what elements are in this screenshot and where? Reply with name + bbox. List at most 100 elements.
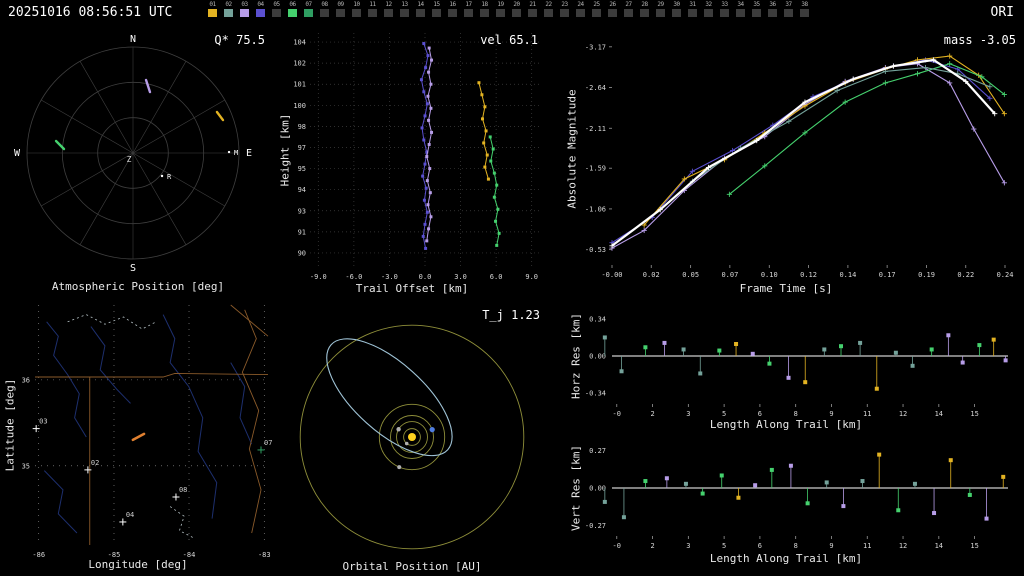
station-status-box <box>304 9 313 17</box>
svg-text:3: 3 <box>686 542 690 550</box>
station-indicator-12: 12 <box>384 2 393 17</box>
station-number: 29 <box>657 1 664 8</box>
station-indicator-26: 26 <box>608 2 617 17</box>
station-number: 36 <box>769 1 776 8</box>
vert-res-axis-label: Vert Res [km] <box>569 444 583 532</box>
station-status-box <box>400 9 409 17</box>
atmospheric-xaxis-label: Atmospheric Position [deg] <box>51 280 225 293</box>
station-status-box <box>608 9 617 17</box>
svg-text:0.02: 0.02 <box>643 271 660 279</box>
station-indicator-22: 22 <box>544 2 553 17</box>
shower-code: ORI <box>990 5 1014 20</box>
svg-text:0.10: 0.10 <box>761 271 778 279</box>
station-indicator-25: 25 <box>592 2 601 17</box>
svg-text:0.24: 0.24 <box>997 271 1014 279</box>
horz_res-points <box>602 333 1008 391</box>
station-number: 35 <box>753 1 760 8</box>
lightcurve-series-03 <box>609 61 1007 251</box>
svg-text:0.22: 0.22 <box>957 271 974 279</box>
svg-text:0.19: 0.19 <box>918 271 935 279</box>
svg-text:104: 104 <box>293 39 306 47</box>
svg-text:-0.27: -0.27 <box>585 522 606 530</box>
svg-text:R: R <box>167 173 172 181</box>
map-station-04: 04 <box>119 511 134 526</box>
state-border-line <box>35 372 269 378</box>
station-status-box <box>512 9 521 17</box>
svg-text:6.0: 6.0 <box>490 273 503 281</box>
station-status-box <box>800 9 809 17</box>
station-status-box <box>736 9 745 17</box>
tisserand-label: T_j 1.23 <box>482 308 540 322</box>
svg-text:12: 12 <box>899 410 907 418</box>
station-status-box <box>432 9 441 17</box>
map-station-07: 07 <box>257 439 272 454</box>
svg-text:-0.53: -0.53 <box>585 246 606 254</box>
station-number: 33 <box>721 1 728 8</box>
station-number: 10 <box>353 1 360 8</box>
station-number: 31 <box>689 1 696 8</box>
svg-text:100: 100 <box>293 102 306 110</box>
station-indicator-21: 21 <box>528 2 537 17</box>
length-along-trail-xaxis-label-top: Length Along Trail [km] <box>709 418 863 431</box>
station-indicator-08: 08 <box>320 2 329 17</box>
svg-text:9: 9 <box>829 542 833 550</box>
body-venus <box>396 427 401 432</box>
river-line <box>162 314 218 519</box>
station-number: 14 <box>417 1 424 8</box>
trail-offset-panel: -9.0 -6.0 -3.0 0.0 3.0 6.0 9.0 104 102 101 100 98 97… <box>276 24 548 300</box>
station-status-box <box>464 9 473 17</box>
station-indicator-36: 36 <box>768 2 777 17</box>
station-status-box <box>704 9 713 17</box>
station-status-box <box>288 9 297 17</box>
station-status-box <box>496 9 505 17</box>
station-status-box <box>768 9 777 17</box>
station-status-box <box>368 9 377 17</box>
trail-series-06 <box>488 135 501 247</box>
svg-text:15: 15 <box>970 410 978 418</box>
station-status-box <box>480 9 489 17</box>
station-indicator-06: 06 <box>288 2 297 17</box>
station-number: 05 <box>273 1 280 8</box>
orbital-position-xaxis-label: Orbital Position [AU] <box>342 560 482 573</box>
svg-text:3: 3 <box>686 410 690 418</box>
river-line <box>90 326 131 404</box>
svg-text:-9.0: -9.0 <box>310 273 327 281</box>
meteoroid-orbit <box>326 338 453 457</box>
station-status-box <box>256 9 265 17</box>
svg-text:9: 9 <box>829 410 833 418</box>
state-border-line <box>230 304 269 337</box>
horz-res-axis-label: Horz Res [km] <box>569 312 583 400</box>
svg-text:02: 02 <box>91 459 99 467</box>
map-station-08: 08 <box>172 486 187 501</box>
station-number: 21 <box>529 1 536 8</box>
light-curve-plot: -0.00 0.02 0.05 0.07 0.10 0.12 0.14 0.17 0.19 0.2… <box>585 43 1014 279</box>
svg-text:03: 03 <box>39 418 47 426</box>
svg-text:0.17: 0.17 <box>879 271 896 279</box>
svg-text:-2.11: -2.11 <box>585 125 606 133</box>
station-status-box <box>752 9 761 17</box>
svg-text:8: 8 <box>794 542 798 550</box>
orbital-position-plot <box>299 324 525 550</box>
svg-text:2: 2 <box>650 410 654 418</box>
station-status-box <box>416 9 425 17</box>
body-mars <box>397 465 402 470</box>
station-status-box <box>656 9 665 17</box>
svg-text:-2.64: -2.64 <box>585 84 606 92</box>
station-indicator-37: 37 <box>784 2 793 17</box>
station-indicator-11: 11 <box>368 2 377 17</box>
body-earth <box>429 427 435 433</box>
longitude-xaxis-label: Longitude [deg] <box>88 558 188 571</box>
station-number: 13 <box>401 1 408 8</box>
svg-text:-1.06: -1.06 <box>585 205 606 213</box>
svg-text:94: 94 <box>298 186 306 194</box>
svg-text:90: 90 <box>298 249 306 257</box>
svg-text:Z: Z <box>127 155 132 164</box>
station-status-box <box>640 9 649 17</box>
utc-timestamp: 20251016 08:56:51 UTC <box>8 5 173 20</box>
svg-text:6: 6 <box>758 410 762 418</box>
station-number: 16 <box>449 1 456 8</box>
station-status-box <box>272 9 281 17</box>
station-number: 02 <box>225 1 232 8</box>
river-line <box>46 321 87 438</box>
station-number: 07 <box>305 1 312 8</box>
